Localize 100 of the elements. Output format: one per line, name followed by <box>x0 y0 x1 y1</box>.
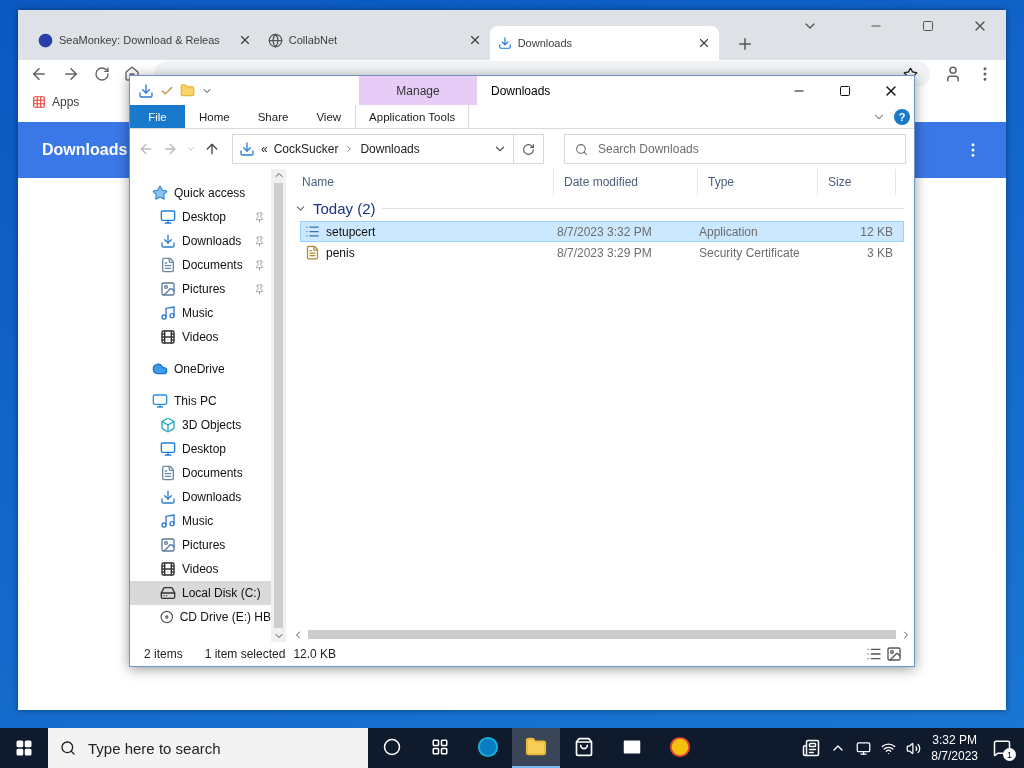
nav-item[interactable]: Downloads <box>130 485 271 509</box>
disc-icon <box>160 609 174 625</box>
cube-icon <box>160 417 176 433</box>
size-text: 3 KB <box>867 245 893 260</box>
details-view-icon[interactable] <box>866 646 882 662</box>
thumbnail-view-icon[interactable] <box>886 646 902 662</box>
film-icon <box>160 561 176 577</box>
monitor-icon <box>160 209 176 225</box>
window-title: Downloads <box>490 82 551 100</box>
nav-item[interactable]: Documents <box>130 253 271 277</box>
up-icon[interactable] <box>204 141 220 157</box>
size-text: 12 KB <box>860 224 893 239</box>
download-icon <box>160 489 176 505</box>
volume-icon[interactable] <box>906 740 922 756</box>
search-icon <box>60 740 76 756</box>
notification-button[interactable]: 1 <box>988 734 1016 762</box>
picture-icon <box>160 281 176 297</box>
file-name: setupcert <box>326 224 376 239</box>
overflow-text: « <box>261 142 268 156</box>
back-icon[interactable] <box>30 65 48 83</box>
nav-item[interactable]: Desktop <box>130 437 271 461</box>
monitor-icon <box>152 393 168 409</box>
file-name: penis <box>326 245 355 260</box>
nav-item[interactable]: Videos <box>130 325 271 349</box>
help-button[interactable]: ? <box>894 108 910 125</box>
forward-icon[interactable] <box>62 65 80 83</box>
date-text: 8/7/2023 3:29 PM <box>557 245 652 260</box>
ribbon-tab[interactable]: Share <box>243 105 303 128</box>
maximize-icon[interactable] <box>839 84 851 97</box>
picture-icon <box>160 537 176 553</box>
clock[interactable]: 3:32 PM 8/7/2023 <box>931 732 978 764</box>
file-menu-tab[interactable]: File <box>130 105 185 128</box>
ribbon-tab[interactable]: View <box>302 105 356 128</box>
drive-icon <box>160 585 176 601</box>
download-icon[interactable] <box>138 82 154 99</box>
page-title: Downloads <box>42 141 128 159</box>
task-view-icon[interactable] <box>431 738 449 756</box>
nav-item[interactable]: Local Disk (C:) <box>130 581 271 605</box>
circle-icon[interactable] <box>383 738 401 756</box>
bookmark-link[interactable]: Apps <box>52 95 80 109</box>
placeholder-text: Type here to search <box>88 739 221 757</box>
nav-item[interactable]: This PC <box>130 389 271 413</box>
status-text: 1 item selected <box>204 647 286 661</box>
column-header[interactable]: Type <box>698 169 818 195</box>
nav-item[interactable]: Downloads <box>130 229 271 253</box>
download-icon <box>497 36 512 50</box>
globe-icon <box>267 32 283 48</box>
browser-icon[interactable] <box>669 736 691 758</box>
nav-item[interactable]: Desktop <box>130 205 271 229</box>
breadcrumb[interactable]: CockSucker <box>273 142 339 156</box>
ribbon-tab[interactable]: Home <box>185 105 244 128</box>
windows-logo-icon <box>15 739 33 757</box>
status-text: 12.0 KB <box>293 647 337 661</box>
column-header[interactable]: Date modified <box>554 169 698 195</box>
nav-item[interactable]: Music <box>130 509 271 533</box>
column-header[interactable]: Size <box>818 169 896 195</box>
context-header: Manage <box>359 76 477 105</box>
nav-item[interactable]: Quick access <box>130 181 271 205</box>
profile-icon[interactable] <box>944 65 962 83</box>
folder-icon[interactable] <box>525 736 547 758</box>
type-text: Application <box>699 224 758 239</box>
browser-icon[interactable] <box>477 736 499 758</box>
nav-item[interactable]: Music <box>130 301 271 325</box>
certificate-icon <box>305 245 320 260</box>
date-text: 8/7/2023 3:32 PM <box>557 224 652 239</box>
taskbar-app[interactable] <box>512 728 560 768</box>
nav-item[interactable]: Documents <box>130 461 271 485</box>
file-row[interactable]: penis 8/7/2023 3:29 PM Security Certificate 3 KB <box>300 242 904 263</box>
document-icon <box>160 465 176 481</box>
message-icon <box>993 739 1011 757</box>
network-icon[interactable] <box>881 740 897 756</box>
placeholder-text: Search Downloads <box>598 142 699 156</box>
browser-tab[interactable]: Downloads <box>489 26 720 60</box>
film-icon <box>160 329 176 345</box>
refresh-button[interactable] <box>514 134 544 164</box>
monitor-icon <box>160 441 176 457</box>
browser-tab[interactable]: SeaMonkey: Download & Releas <box>30 23 260 57</box>
browser-tab[interactable]: CollabNet <box>259 23 490 57</box>
column-header[interactable]: Name <box>292 169 554 195</box>
breadcrumb[interactable]: Downloads <box>360 142 420 156</box>
monitor-icon[interactable] <box>856 740 872 756</box>
file-row[interactable]: setupcert 8/7/2023 3:32 PM Application 12 KB <box>300 221 904 242</box>
notification-count: 1 <box>1003 748 1016 761</box>
nav-item[interactable]: 3D Objects <box>130 413 271 437</box>
nav-item[interactable]: Videos <box>130 557 271 581</box>
search-field[interactable]: Type here to search <box>48 728 368 768</box>
reload-icon[interactable] <box>94 66 110 82</box>
shopping-bag-icon[interactable] <box>574 737 594 757</box>
news-icon[interactable] <box>802 739 821 757</box>
nav-item[interactable]: Pictures <box>130 277 271 301</box>
nav-item[interactable]: Pictures <box>130 533 271 557</box>
address-field[interactable]: « CockSucker Downloads <box>232 134 514 164</box>
nav-item[interactable]: OneDrive <box>130 357 271 381</box>
nav-item[interactable]: CD Drive (E:) HB <box>130 605 271 629</box>
group-title: Today (2) <box>313 199 376 217</box>
download-icon <box>239 141 255 157</box>
search-icon <box>575 142 588 156</box>
type-text: Security Certificate <box>699 245 800 260</box>
music-note-icon <box>160 305 176 321</box>
search-field[interactable]: Search Downloads <box>564 134 906 164</box>
